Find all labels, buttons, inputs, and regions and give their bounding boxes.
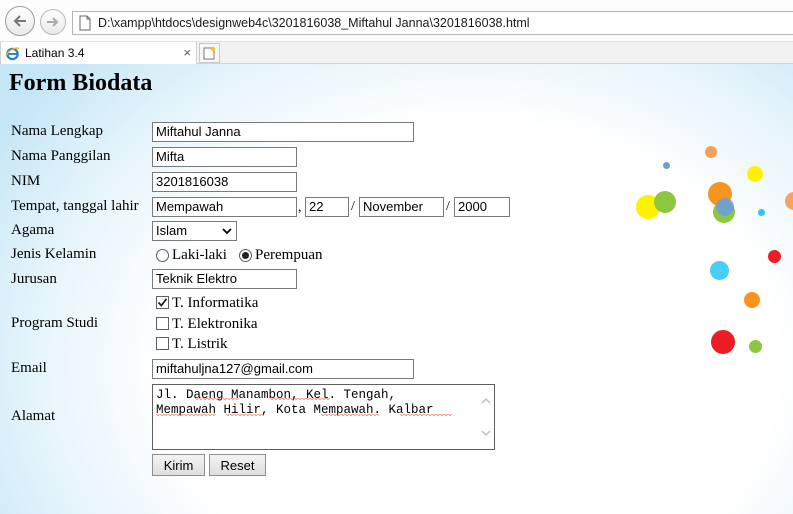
tempat-lahir-input[interactable]: Mempawah [152,197,297,217]
spellcheck-underline [156,414,216,417]
tab-title: Latihan 3.4 [25,46,85,60]
scroll-up-icon [481,397,491,404]
document-icon [79,15,91,31]
decor-dot [710,261,729,280]
label-email: Email [11,360,47,376]
checkmark-icon [157,298,168,307]
spellcheck-underline [321,414,379,417]
chevron-down-icon [222,228,232,235]
jurusan-input[interactable]: Teknik Elektro [152,269,297,289]
alamat-textarea[interactable]: Jl. Daeng Manambon, Kel. Tengah, Mempawa… [152,384,495,450]
kirim-button[interactable]: Kirim [152,454,205,476]
slash-separator-1: / [351,199,355,214]
spellcheck-underline [270,398,330,401]
radio-label-perempuan: Perempuan [255,247,323,263]
tahun-input[interactable]: 2000 [454,197,510,217]
address-text: D:\xampp\htdocs\designweb4c\3201816038_M… [98,16,530,30]
textarea-scrollbar[interactable] [480,395,492,439]
new-tab-icon [203,46,216,60]
decor-dot [654,191,676,213]
arrow-right-icon [47,17,59,27]
scroll-down-icon [481,430,491,437]
checkbox-label-informatika: T. Informatika [172,295,259,311]
comma-separator: , [298,200,302,215]
radio-laki-laki[interactable] [156,249,169,262]
label-ttl: Tempat, tanggal lahir [11,198,139,214]
label-jurusan: Jurusan [11,271,57,287]
tab-close-icon[interactable]: × [183,45,191,61]
spellcheck-underline [400,414,452,417]
back-button[interactable] [5,6,35,36]
tab-latihan[interactable]: Latihan 3.4 × [0,42,197,64]
decor-dot [744,292,760,308]
page-title: Form Biodata [9,70,153,96]
nama-lengkap-input[interactable]: Miftahul Janna [152,122,414,142]
page-content: Form Biodata Nama Lengkap Miftahul Janna… [0,64,793,514]
label-nim: NIM [11,173,41,189]
nama-panggilan-input[interactable]: Mifta [152,147,297,167]
label-alamat: Alamat [11,408,56,424]
agama-selected-value: Islam [156,223,188,238]
reset-button[interactable]: Reset [209,454,266,476]
arrow-left-icon [13,15,26,27]
forward-button[interactable] [40,9,66,35]
decor-dot [785,192,793,210]
checkbox-informatika[interactable] [156,296,169,309]
decor-dot [663,162,670,169]
new-tab-button[interactable] [199,43,220,63]
address-bar[interactable]: D:\xampp\htdocs\designweb4c\3201816038_M… [72,11,793,35]
nim-input[interactable]: 3201816038 [152,172,297,192]
spellcheck-underline [226,414,264,417]
label-agama: Agama [11,222,55,238]
decor-dot [768,250,781,263]
slash-separator-2: / [446,199,450,214]
label-nama-panggilan: Nama Panggilan [11,148,111,164]
label-jenis-kelamin: Jenis Kelamin [11,246,97,262]
label-program-studi: Program Studi [11,315,99,331]
checkbox-elektronika[interactable] [156,317,169,330]
spellcheck-underline [195,398,239,401]
ie-logo-icon [5,46,20,60]
tanggal-input[interactable]: 22 [305,197,349,217]
checkbox-label-listrik: T. Listrik [172,336,228,352]
decor-dot [749,340,762,353]
checkbox-label-elektronika: T. Elektronika [172,316,258,332]
decor-dot [705,146,717,158]
checkbox-listrik[interactable] [156,337,169,350]
decor-dot [716,198,734,216]
radio-label-laki-laki: Laki-laki [172,247,227,263]
agama-select[interactable]: Islam [152,221,237,241]
tab-bar: Latihan 3.4 × [0,42,793,64]
label-nama-lengkap: Nama Lengkap [11,123,104,139]
radio-perempuan[interactable] [239,249,252,262]
decor-dot [711,330,735,354]
browser-toolbar: D:\xampp\htdocs\designweb4c\3201816038_M… [0,0,793,42]
decor-dot [758,209,765,216]
bulan-input[interactable]: November [359,197,444,217]
email-input[interactable]: miftahuljna127@gmail.com [152,359,414,379]
decor-dot [747,166,763,182]
